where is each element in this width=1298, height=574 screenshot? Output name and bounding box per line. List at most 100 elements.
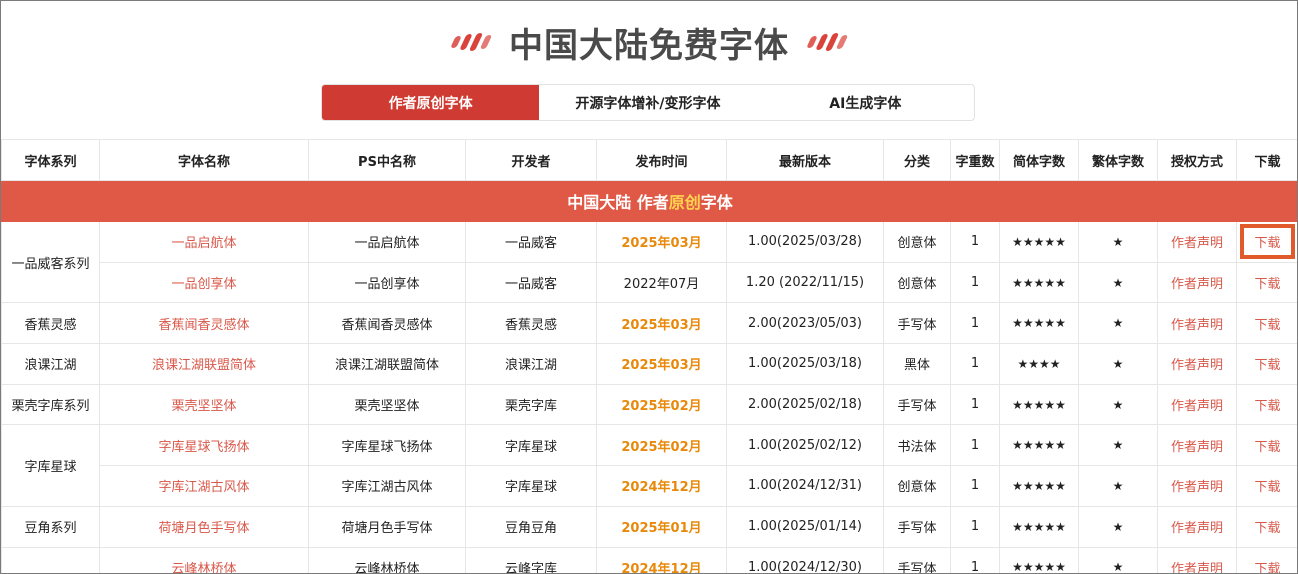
developer-cell: 一品威客 [465,221,597,263]
sc-rating-cell: ★★★★★ [999,505,1079,548]
page-frame: 中国大陆免费字体 作者原创字体 开源字体增补/变形字体 AI生成字体 字体系列字… [0,0,1298,574]
font-name-link[interactable]: 浪课江湖联盟简体 [99,343,309,385]
column-header: 分类 [883,139,951,181]
version-cell: 1.00(2025/02/12) [726,424,884,467]
section-band: 中国大陆 作者原创字体 [1,180,1297,222]
category-cell: 手写体 [883,302,951,345]
download-button[interactable]: 下载 [1254,399,1280,414]
font-name-link[interactable]: 荷塘月色手写体 [99,505,309,548]
weights-cell: 1 [950,546,1000,573]
font-series-cell: 香蕉灵感 [1,302,100,345]
font-name-link[interactable]: 一品创享体 [99,261,309,304]
font-name-link[interactable]: 一品启航体 [99,221,309,263]
download-button[interactable]: 下载 [1254,480,1280,495]
band-text-prefix: 中国大陆 作者 [567,193,669,212]
tc-rating-cell: ★ [1078,261,1158,304]
version-cell: 1.00(2025/03/28) [726,221,884,263]
release-date-cell: 2025年03月 [596,221,727,263]
tab-ai-fonts[interactable]: AI生成字体 [757,85,974,120]
table-row: 一品威客系列 一品启航体 一品启航体 一品威客 2025年03月 1.00(2025/03… [1,220,1297,304]
license-link[interactable]: 作者声明 [1157,343,1237,385]
font-series-cell: 栗壳字库系列 [1,383,100,426]
weights-cell: 1 [950,343,1000,385]
font-series-cell: 一品威客系列 [1,220,100,304]
sc-rating-cell: ★★★★ [999,343,1079,385]
category-cell: 创意体 [883,261,951,304]
font-name-link[interactable]: 栗壳坚坚体 [99,383,309,426]
tab-original-fonts[interactable]: 作者原创字体 [322,85,540,120]
column-header: 简体字数 [999,139,1079,181]
table-row: 浪课江湖 浪课江湖联盟简体 浪课江湖联盟简体 浪课江湖 2025年03月 1.00(202… [1,343,1297,385]
release-date-cell: 2022年07月 [596,261,727,304]
band-text-highlight: 原创 [668,193,701,212]
developer-cell: 豆角豆角 [465,505,597,548]
column-header: PS中名称 [308,139,466,181]
download-cell: 下载 [1236,505,1297,548]
column-header: 授权方式 [1157,139,1237,181]
page-header: 中国大陆免费字体 [1,15,1297,69]
ps-name-cell: 字库星球飞扬体 [308,424,466,467]
table-header-row: 字体系列 字体名称 PS中名称 开发者 发布时间 最新版本 分类 字重数 简体字数 繁体字数 授权方… [1,139,1297,181]
column-header: 字体名称 [99,139,309,181]
font-series-cell: 浪课江湖 [1,343,100,385]
category-cell: 创意体 [883,221,951,263]
license-link[interactable]: 作者声明 [1157,424,1237,467]
weights-cell: 1 [950,465,1000,507]
download-cell: 下载 [1236,302,1297,345]
license-link[interactable]: 作者声明 [1157,383,1237,426]
license-link[interactable]: 作者声明 [1157,221,1237,263]
sc-rating-cell: ★★★★★ [999,302,1079,345]
category-tabs: 作者原创字体 开源字体增补/变形字体 AI生成字体 [321,84,975,121]
font-name-link[interactable]: 字库星球飞扬体 [99,424,309,467]
ps-name-cell: 栗壳坚坚体 [308,383,466,426]
category-cell: 创意体 [883,465,951,507]
download-button[interactable]: 下载 [1254,521,1280,536]
developer-cell: 字库星球 [465,465,597,507]
font-series-cell: 豆角系列 [1,505,100,548]
section-band-title: 中国大陆 作者原创字体 [1,180,1297,222]
sc-rating-cell: ★★★★★ [999,221,1079,263]
table-row: 栗壳字库系列 栗壳坚坚体 栗壳坚坚体 栗壳字库 2025年02月 2.00(2025/02… [1,383,1297,426]
license-link[interactable]: 作者声明 [1157,546,1237,573]
download-button[interactable]: 下载 [1254,318,1280,333]
tc-rating-cell: ★ [1078,424,1158,467]
weights-cell: 1 [950,383,1000,426]
license-link[interactable]: 作者声明 [1157,505,1237,548]
table-row: 字库江湖古风体 字库江湖古风体 字库星球 2024年12月 1.00(2024/12/3… [2,465,1297,507]
license-link[interactable]: 作者声明 [1157,261,1237,304]
download-cell: 下载 [1236,424,1297,467]
column-header: 繁体字数 [1078,139,1158,181]
license-link[interactable]: 作者声明 [1157,302,1237,345]
version-cell: 1.00(2024/12/31) [726,465,884,507]
column-header: 发布时间 [596,139,727,181]
download-button[interactable]: 下载 [1254,358,1280,373]
download-button[interactable]: 下载 [1254,277,1280,292]
download-button[interactable]: 下载 [1254,440,1280,455]
download-button[interactable]: 下载 [1254,562,1280,573]
font-series-cell: 字库星球 [1,424,100,507]
font-name-link[interactable]: 香蕉闻香灵感体 [99,302,309,345]
title-decoration-left [450,33,493,51]
tab-open-source-fonts[interactable]: 开源字体增补/变形字体 [539,85,756,120]
table-row: 一品创享体 一品创享体 一品威客 2022年07月 1.20 (2022/11/15) 创… [2,261,1297,304]
version-cell: 1.00(2024/12/30) [726,546,884,573]
category-cell: 手写体 [883,383,951,426]
sc-rating-cell: ★★★★★ [999,383,1079,426]
release-date-cell: 2024年12月 [596,546,727,573]
font-series-cell [1,546,100,573]
column-header: 字体系列 [1,139,100,181]
ps-name-cell: 香蕉闻香灵感体 [308,302,466,345]
column-header: 最新版本 [726,139,884,181]
version-cell: 1.20 (2022/11/15) [726,261,884,304]
category-cell: 手写体 [883,505,951,548]
category-cell: 黑体 [883,343,951,385]
tc-rating-cell: ★ [1078,343,1158,385]
download-cell: 下载 [1236,221,1297,263]
developer-cell: 香蕉灵感 [465,302,597,345]
sc-rating-cell: ★★★★★ [999,424,1079,467]
font-name-link[interactable]: 云峰林桥体 [99,546,309,573]
tc-rating-cell: ★ [1078,505,1158,548]
license-link[interactable]: 作者声明 [1157,465,1237,507]
download-button[interactable]: 下载 [1240,224,1295,260]
font-name-link[interactable]: 字库江湖古风体 [99,465,309,507]
